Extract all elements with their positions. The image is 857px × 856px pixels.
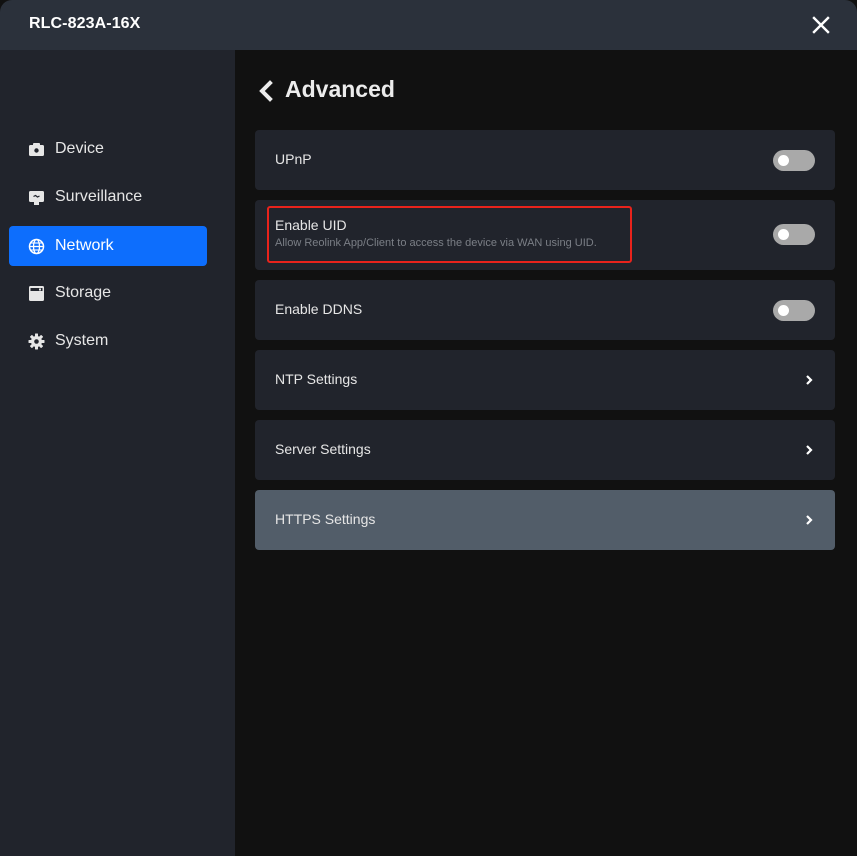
- chevron-right-icon: [805, 444, 813, 456]
- sidebar-item-label: System: [55, 332, 109, 349]
- setting-row-enable-ddns: Enable DDNS: [255, 280, 835, 340]
- sidebar-item-storage[interactable]: Storage: [9, 273, 207, 313]
- sidebar: Device Surveillance Network Storage Syst…: [0, 50, 235, 856]
- setting-row-upnp: UPnP: [255, 130, 835, 190]
- setting-label: Server Settings: [275, 441, 371, 457]
- sidebar-item-device[interactable]: Device: [9, 129, 207, 169]
- back-button[interactable]: [257, 80, 277, 102]
- setting-row-https-settings[interactable]: HTTPS Settings: [255, 490, 835, 550]
- page-title: Advanced: [285, 76, 395, 102]
- annotation-highlight-box: [267, 206, 632, 263]
- sidebar-item-network[interactable]: Network: [9, 226, 207, 266]
- enable-uid-toggle[interactable]: [773, 224, 815, 245]
- storage-icon: [28, 285, 45, 302]
- toggle-knob: [778, 229, 789, 240]
- setting-label: NTP Settings: [275, 371, 358, 387]
- setting-row-enable-uid: Enable UID Allow Reolink App/Client to a…: [255, 200, 835, 270]
- setting-row-server-settings[interactable]: Server Settings: [255, 420, 835, 480]
- camera-icon: [28, 141, 45, 158]
- app-title: RLC-823A-16X: [29, 15, 141, 32]
- chevron-right-icon: [805, 514, 813, 526]
- close-button[interactable]: [806, 10, 836, 40]
- sidebar-item-label: Storage: [55, 284, 112, 301]
- upnp-toggle[interactable]: [773, 150, 815, 171]
- enable-ddns-toggle[interactable]: [773, 300, 815, 321]
- toggle-knob: [778, 305, 789, 316]
- chevron-right-icon: [805, 374, 813, 386]
- setting-label: Enable DDNS: [275, 301, 363, 317]
- toggle-knob: [778, 155, 789, 166]
- sidebar-item-label: Network: [55, 237, 114, 254]
- setting-label: Enable UID: [275, 217, 347, 233]
- sidebar-item-label: Device: [55, 140, 104, 157]
- setting-label: UPnP: [275, 151, 312, 167]
- close-icon: [806, 10, 836, 40]
- setting-description: Allow Reolink App/Client to access the d…: [275, 237, 597, 249]
- sidebar-item-surveillance[interactable]: Surveillance: [9, 177, 207, 217]
- setting-label: HTTPS Settings: [275, 511, 376, 527]
- monitor-icon: [28, 189, 45, 206]
- sidebar-item-system[interactable]: System: [9, 321, 207, 361]
- title-bar: RLC-823A-16X: [0, 0, 857, 50]
- gear-icon: [28, 333, 45, 350]
- main-panel: Advanced UPnP Enable UID Allow Reolink A…: [235, 50, 857, 856]
- globe-icon: [28, 238, 45, 255]
- sidebar-item-label: Surveillance: [55, 188, 143, 205]
- setting-row-ntp-settings[interactable]: NTP Settings: [255, 350, 835, 410]
- chevron-left-icon: [257, 80, 277, 106]
